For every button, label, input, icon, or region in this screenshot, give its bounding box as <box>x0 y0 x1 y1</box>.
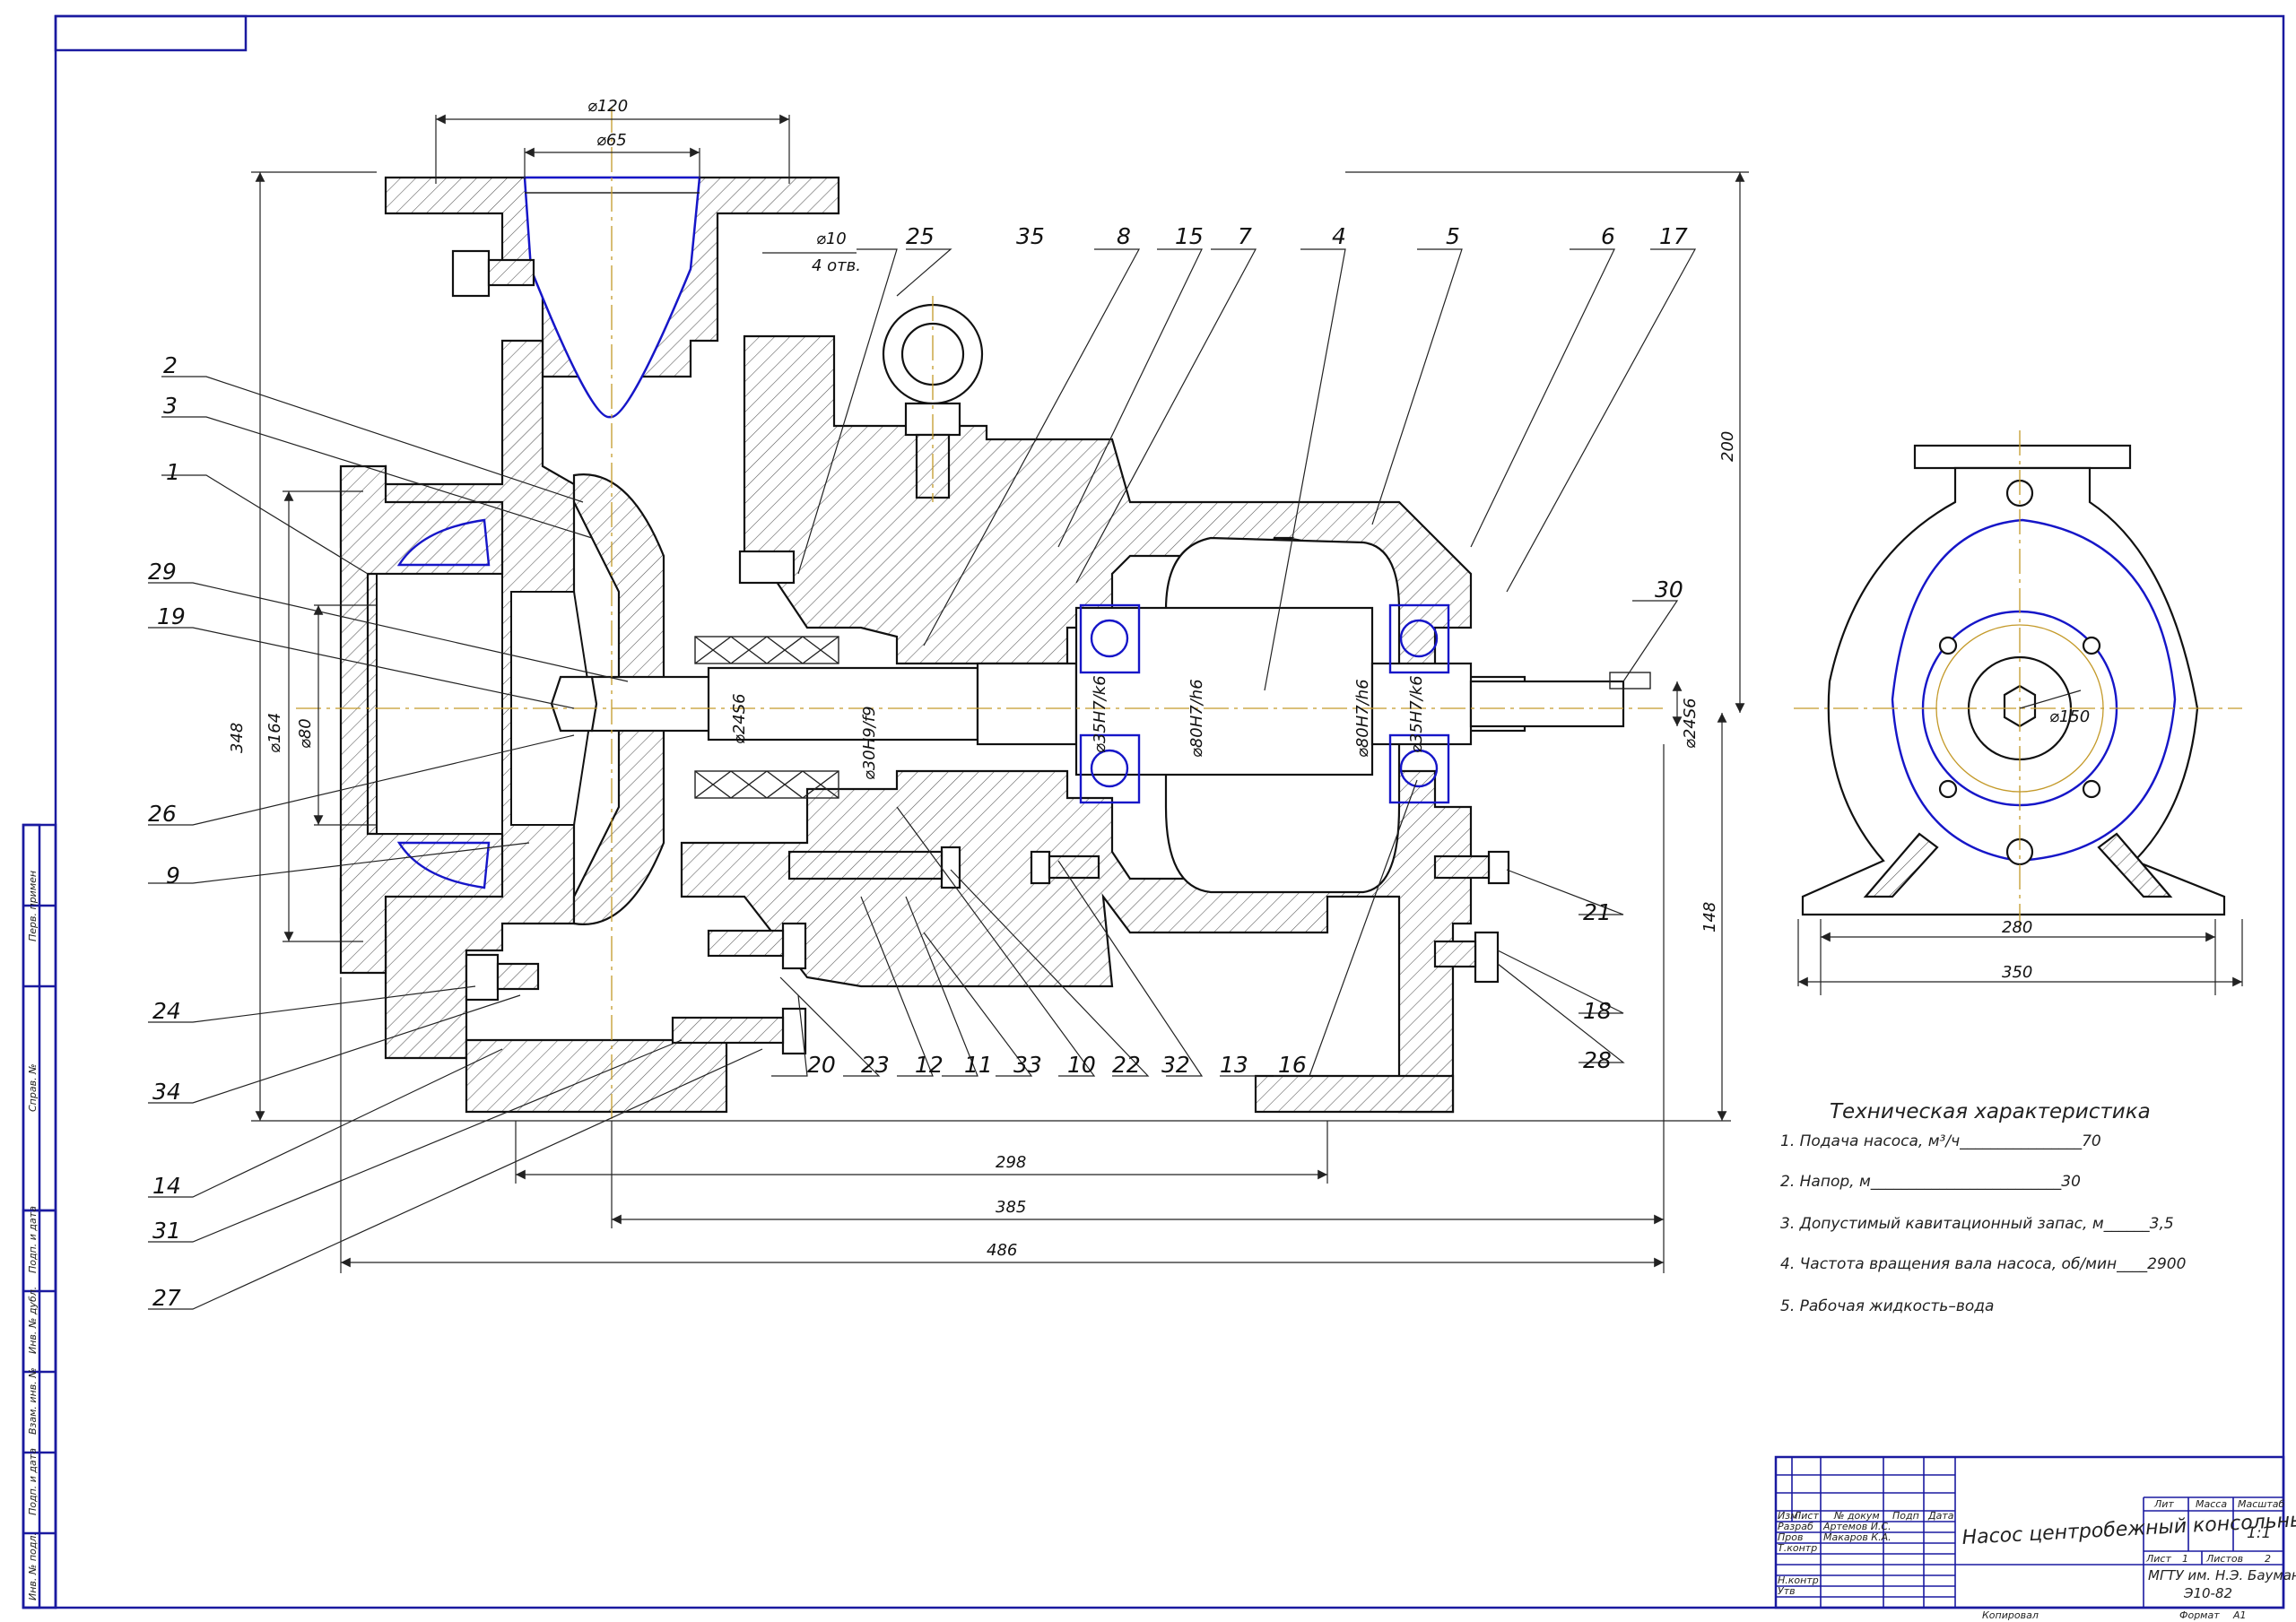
callout-22: 22 <box>1112 1052 1141 1078</box>
tb-prov-name: Макаров К.А. <box>1823 1531 1892 1543</box>
tb-lit: Лит <box>2153 1498 2174 1510</box>
callout-2: 2 <box>163 352 178 378</box>
dim-d35h7-left: ⌀35H7/k6 <box>1091 675 1109 753</box>
callout-19: 19 <box>157 603 186 629</box>
tb-format-val: А1 <box>2232 1609 2247 1621</box>
callout-8: 8 <box>1117 223 1131 249</box>
tb-org2: Э10-82 <box>2183 1585 2232 1601</box>
dim-d24s6-left: ⌀24S6 <box>730 693 749 744</box>
dim-348: 348 <box>228 723 247 753</box>
dim-280: 280 <box>2002 918 2032 937</box>
dim-4-holes: 4 отв. <box>812 256 861 275</box>
tb-scale: 1:1 <box>2247 1524 2271 1542</box>
side-stamp-5: Взам. инв. № <box>27 1367 39 1435</box>
tech-line-2: 2. Напор, м_________________________30 <box>1780 1173 2081 1191</box>
section-view <box>296 108 1668 1121</box>
tech-title: Техническая характеристика <box>1830 1100 2151 1123</box>
callout-26: 26 <box>148 801 177 827</box>
tb-sheets-no: 2 <box>2265 1553 2271 1565</box>
dim-148: 148 <box>1700 902 1719 932</box>
callout-24: 24 <box>152 998 181 1024</box>
callout-20: 20 <box>807 1052 836 1078</box>
tb-sheet: Лист <box>2145 1553 2171 1565</box>
callout-32: 32 <box>1161 1052 1190 1078</box>
dim-d120: ⌀120 <box>587 97 628 116</box>
tb-tkontr: Т.контр <box>1778 1542 1817 1554</box>
callout-15: 15 <box>1175 223 1204 249</box>
tb-data: Дата <box>1927 1510 1954 1522</box>
callout-14: 14 <box>152 1173 181 1199</box>
callout-1: 1 <box>166 459 180 485</box>
callout-4: 4 <box>1332 223 1346 249</box>
tb-copied: Копировал <box>1982 1609 2039 1621</box>
tech-characteristics: Техническая характеристика 1. Подача нас… <box>1780 1100 2186 1315</box>
callout-21: 21 <box>1583 899 1612 925</box>
dim-d164: ⌀164 <box>265 713 284 753</box>
title-block: Изм Лист № докум Подп Дата Разраб Артемо… <box>1774 1455 2296 1621</box>
tb-podp: Подп <box>1892 1510 1919 1522</box>
dim-385: 385 <box>996 1198 1026 1217</box>
dim-d65: ⌀65 <box>596 131 627 150</box>
tb-utv: Утв <box>1778 1585 1796 1597</box>
callout-34: 34 <box>152 1079 181 1105</box>
side-stamp-1: Перв. примен <box>27 871 39 941</box>
callout-3: 3 <box>163 393 178 419</box>
dim-d150: ⌀150 <box>2049 707 2090 726</box>
dim-d10: ⌀10 <box>816 230 847 248</box>
callout-12: 12 <box>915 1052 944 1078</box>
callout-23: 23 <box>861 1052 890 1078</box>
side-stamp-7: Инв. № подл. <box>27 1532 39 1600</box>
side-stamp-3: Подп. и дата <box>27 1206 39 1273</box>
tb-org1: МГТУ им. Н.Э. Баумана <box>2148 1567 2296 1583</box>
callout-10: 10 <box>1067 1052 1096 1078</box>
callout-6: 6 <box>1601 223 1615 249</box>
callout-33: 33 <box>1013 1052 1042 1078</box>
dim-d35h7-right: ⌀35H7/k6 <box>1407 675 1426 753</box>
callout-18: 18 <box>1583 998 1612 1024</box>
tb-massa: Масса <box>2196 1498 2227 1510</box>
tb-sheet-no: 1 <box>2182 1553 2188 1565</box>
tb-format: Формат <box>2179 1609 2220 1621</box>
dim-486: 486 <box>987 1241 1017 1260</box>
dim-200: 200 <box>1718 431 1737 462</box>
tech-line-4: 4. Частота вращения вала насоса, об/мин_… <box>1780 1255 2186 1273</box>
callout-25: 25 <box>906 223 935 249</box>
callout-7: 7 <box>1238 223 1252 249</box>
end-view: ⌀150 280 350 <box>1794 430 2243 995</box>
callout-30: 30 <box>1655 577 1683 603</box>
callout-17: 17 <box>1659 223 1688 249</box>
dim-d24s6-right: ⌀24S6 <box>1681 698 1700 749</box>
callout-5: 5 <box>1446 223 1460 249</box>
tech-line-1: 1. Подача насоса, м³/ч________________70 <box>1780 1132 2101 1150</box>
side-stamp-4: Инв. № дубл. <box>27 1287 39 1354</box>
tb-masshtab: Масштаб <box>2238 1498 2284 1510</box>
dim-d80: ⌀80 <box>296 718 315 749</box>
callout-27: 27 <box>152 1285 181 1311</box>
callout-28: 28 <box>1583 1047 1612 1073</box>
callout-31: 31 <box>152 1218 181 1244</box>
callout-11: 11 <box>964 1052 993 1078</box>
pump-drawing: Перв. примен Справ. № Подп. и дата Инв. … <box>22 14 2296 1621</box>
tech-line-3: 3. Допустимый кавитационный запас, м____… <box>1780 1215 2174 1233</box>
callout-35: 35 <box>1016 223 1045 249</box>
dim-d80h7-right: ⌀80H7/h6 <box>1353 679 1372 758</box>
tech-line-5: 5. Рабочая жидкость–вода <box>1780 1297 1994 1315</box>
dim-298: 298 <box>996 1153 1026 1172</box>
side-stamps: Перв. примен Справ. № Подп. и дата Инв. … <box>27 871 39 1600</box>
tb-sheets: Листов <box>2205 1553 2243 1565</box>
side-stamp-2: Справ. № <box>27 1063 39 1112</box>
callout-9: 9 <box>166 863 180 889</box>
callout-29: 29 <box>148 559 177 585</box>
dim-d30h9: ⌀30H9/f9 <box>860 706 879 780</box>
dim-d80h7-left: ⌀80H7/h6 <box>1187 679 1206 758</box>
side-stamp-6: Подп. и дата <box>27 1448 39 1515</box>
dim-350: 350 <box>2002 963 2032 982</box>
callout-16: 16 <box>1278 1052 1307 1078</box>
callout-13: 13 <box>1220 1052 1248 1078</box>
